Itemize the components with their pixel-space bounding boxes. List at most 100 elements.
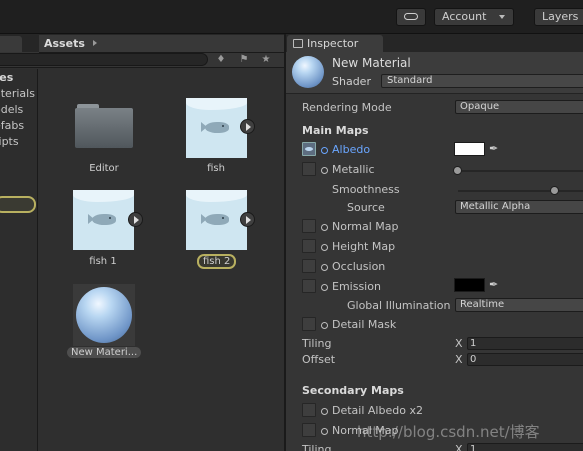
material-thumbnail[interactable] (73, 284, 135, 346)
metallic-texture-slot[interactable] (302, 162, 316, 176)
texture-thumbnail[interactable] (186, 190, 247, 250)
detail-mask-slot[interactable] (302, 317, 316, 331)
albedo-texture-slot[interactable] (302, 142, 316, 156)
project-toolbar: ♦ ⚑ ★ (0, 52, 284, 68)
search-input[interactable] (0, 53, 208, 66)
folder-tree-item[interactable]: ripts (0, 135, 19, 148)
breadcrumb-arrow-icon (93, 40, 97, 46)
detail-albedo-label: Detail Albedo x2 (332, 404, 423, 417)
material-name: New Material (332, 56, 411, 70)
height-map-label: Height Map (332, 240, 396, 253)
tab-inspector[interactable]: Inspector (287, 35, 383, 52)
global-illumination-label: Global Illumination (347, 299, 451, 312)
inspector-panel: Inspector New Material Shader Standard R… (286, 34, 583, 451)
metallic-slider-track[interactable] (458, 170, 583, 172)
secondary-tiling-label: Tiling (302, 443, 332, 451)
object-picker-icon[interactable] (321, 264, 328, 271)
secondary-maps-heading: Secondary Maps (302, 384, 404, 397)
assets-breadcrumb: Assets (39, 35, 284, 53)
folder-tree-item[interactable]: efabs (0, 119, 24, 132)
metallic-slider-handle[interactable] (453, 166, 462, 175)
detail-mask-row: Detail Mask (321, 318, 396, 331)
occlusion-slot[interactable] (302, 259, 316, 273)
albedo-row: Albedo (321, 143, 370, 156)
object-picker-icon[interactable] (321, 428, 328, 435)
metallic-row: Metallic (321, 163, 375, 176)
tiling-x-label: X (455, 337, 463, 350)
asset-label: fish 1 (89, 256, 117, 267)
asset-label: New Materi... (67, 347, 142, 358)
offset-x-field[interactable]: 0 (467, 353, 583, 366)
offset-x-label: X (455, 353, 463, 366)
material-preview-icon (292, 56, 324, 88)
tiling-x-field[interactable]: 1 (467, 337, 583, 350)
secondary-tiling-x-label: X (455, 443, 463, 451)
rendering-mode-dropdown[interactable]: Opaque (455, 100, 583, 114)
chevron-down-icon (499, 15, 505, 19)
asset-label: Editor (89, 163, 119, 174)
object-picker-icon[interactable] (321, 408, 328, 415)
detail-mask-label: Detail Mask (332, 318, 397, 331)
object-picker-icon[interactable] (321, 284, 328, 291)
rendering-mode-label: Rendering Mode (302, 101, 392, 114)
account-dropdown[interactable]: Account (434, 8, 514, 26)
folder-tree-selection (0, 196, 36, 213)
cloud-button[interactable] (396, 8, 426, 26)
shader-dropdown[interactable]: Standard (381, 74, 583, 88)
play-icon[interactable] (128, 212, 143, 227)
height-map-row: Height Map (321, 240, 395, 253)
tiling-label: Tiling (302, 337, 332, 350)
occlusion-row: Occlusion (321, 260, 385, 273)
height-map-slot[interactable] (302, 239, 316, 253)
account-label: Account (442, 10, 487, 23)
watermark: http://blog.csdn.net/博客 (357, 423, 540, 441)
favorite-star-icon[interactable]: ★ (259, 53, 273, 66)
layers-label: Layers (542, 10, 579, 23)
normal-map-row: Normal Map (321, 220, 399, 233)
play-icon[interactable] (240, 119, 255, 134)
folder-tree-item[interactable]: odels (0, 103, 23, 116)
occlusion-label: Occlusion (332, 260, 386, 273)
source-dropdown[interactable]: Metallic Alpha (455, 200, 583, 214)
global-illumination-dropdown[interactable]: Realtime (455, 298, 583, 312)
normal-map-slot[interactable] (302, 219, 316, 233)
smoothness-label: Smoothness (332, 183, 400, 196)
cloud-icon (404, 13, 418, 20)
folder-icon[interactable] (75, 98, 133, 148)
layers-dropdown[interactable]: Layers (534, 8, 583, 26)
normal-map-label: Normal Map (332, 220, 399, 233)
detail-albedo-slot[interactable] (302, 403, 316, 417)
play-icon[interactable] (240, 212, 255, 227)
source-label: Source (347, 201, 385, 214)
emission-color-swatch[interactable] (454, 278, 485, 292)
object-picker-icon[interactable] (321, 167, 328, 174)
object-picker-icon[interactable] (321, 147, 328, 154)
asset-label-selected: fish 2 (197, 254, 237, 269)
smoothness-slider-handle[interactable] (550, 186, 559, 195)
texture-thumbnail[interactable] (186, 98, 247, 158)
texture-thumbnail[interactable] (73, 190, 134, 250)
smoothness-slider-track[interactable] (458, 190, 583, 192)
emission-slot[interactable] (302, 279, 316, 293)
asset-label: fish (207, 163, 225, 174)
offset-label: Offset (302, 353, 336, 366)
inspector-icon (293, 39, 303, 48)
eyedropper-icon[interactable]: ✒ (489, 279, 501, 291)
object-picker-icon[interactable] (321, 244, 328, 251)
detail-albedo-row: Detail Albedo x2 (321, 404, 423, 417)
secondary-normal-map-slot[interactable] (302, 423, 316, 437)
object-picker-icon[interactable] (321, 322, 328, 329)
top-toolbar: Account Layers (0, 0, 583, 34)
folder-tree-item[interactable]: tes (0, 71, 13, 84)
object-picker-icon[interactable] (321, 224, 328, 231)
albedo-color-swatch[interactable] (454, 142, 485, 156)
shader-label: Shader (332, 75, 371, 88)
eyedropper-icon[interactable]: ✒ (489, 143, 501, 155)
folder-tree-item[interactable]: aterials (0, 87, 35, 100)
secondary-tiling-x-field[interactable]: 1 (467, 443, 583, 451)
filter-type-icon[interactable]: ♦ (214, 53, 228, 66)
metallic-label: Metallic (332, 163, 375, 176)
tab-project[interactable] (0, 36, 22, 52)
breadcrumb-assets[interactable]: Assets (44, 37, 85, 50)
filter-label-icon[interactable]: ⚑ (237, 53, 251, 66)
